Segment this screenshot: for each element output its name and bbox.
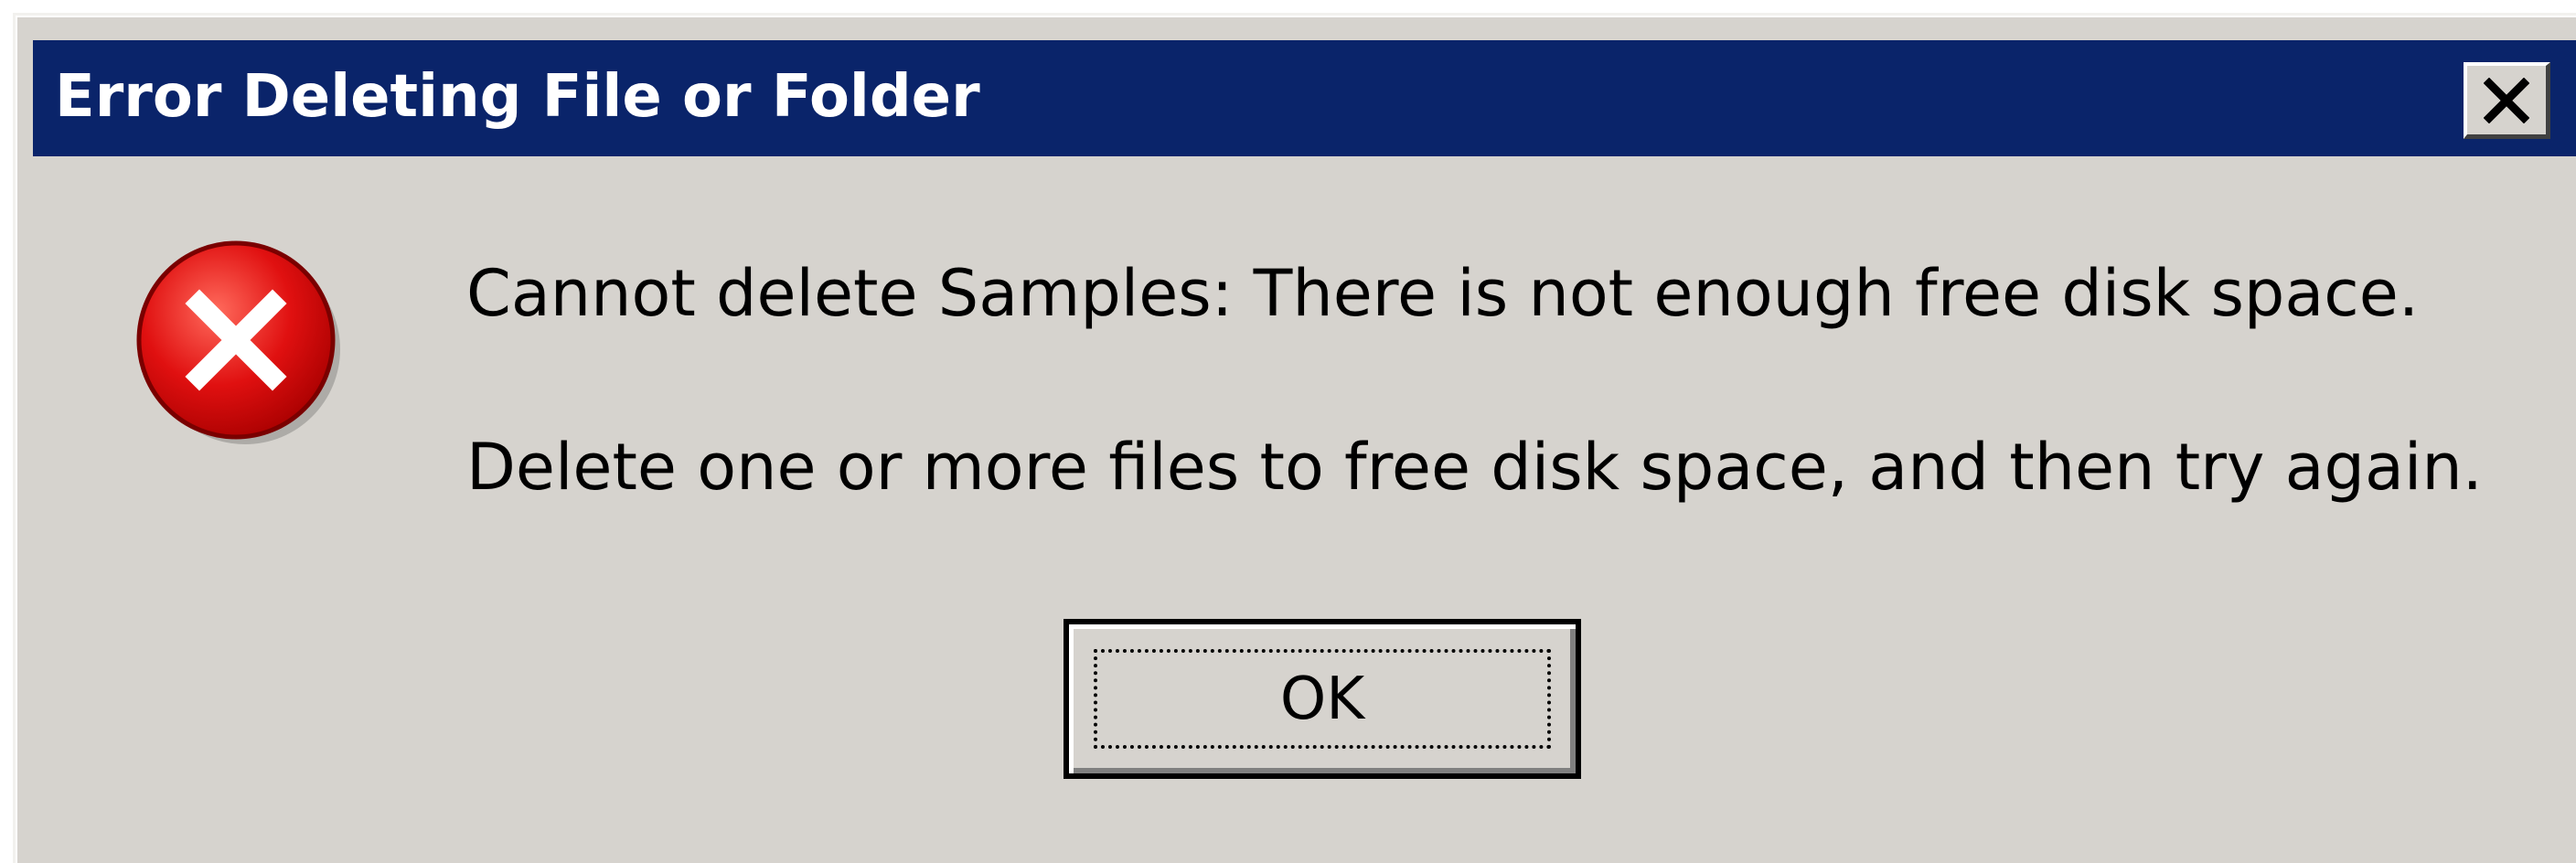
dialog-title: Error Deleting File or Folder bbox=[55, 63, 980, 131]
error-message-secondary: Delete one or more files to free disk sp… bbox=[466, 430, 2483, 505]
close-x-icon bbox=[2484, 78, 2529, 123]
ok-button[interactable]: OK bbox=[1064, 619, 1581, 779]
error-icon bbox=[136, 240, 340, 444]
close-button[interactable] bbox=[2464, 62, 2550, 139]
ok-button-label: OK bbox=[1279, 666, 1365, 733]
error-message-primary: Cannot delete Samples: There is not enou… bbox=[466, 256, 2420, 331]
